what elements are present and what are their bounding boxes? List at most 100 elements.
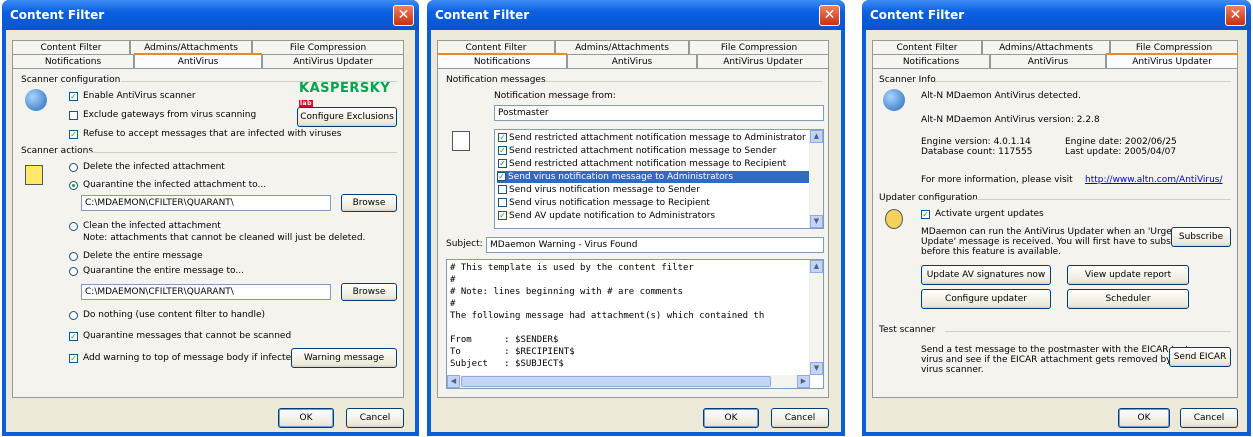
list-checkbox[interactable]: ✓ [498,133,507,142]
tab-panel: Scanner configuration KASPERSKYlab ✓ Ena… [12,68,404,398]
tab-file-compression[interactable]: File Compression [252,40,404,54]
dialog-client: Content Filter Admins/Attachments File C… [6,30,415,432]
cancel-button[interactable]: Cancel [1180,408,1238,428]
template-line: # Note: lines beginning with # are comme… [450,287,683,297]
hscroll-thumb[interactable] [461,376,771,387]
enable-antivirus-label: Enable AntiVirus scanner [83,91,196,101]
send-eicar-button[interactable]: Send EICAR [1169,347,1231,367]
altn-antivirus-link[interactable]: http://www.altn.com/AntiVirus/ [1085,175,1223,185]
list-item-selected[interactable]: ✓ Send virus notification message to Admi… [497,171,810,183]
scanner-actions-heading: Scanner actions [21,146,94,156]
tab-antivirus[interactable]: AntiVirus [567,54,697,68]
title-bar: Content Filter ✕ [427,0,845,30]
view-update-report-button[interactable]: View update report [1067,265,1189,285]
scroll-up-icon[interactable]: ▲ [810,260,823,273]
notification-messages-heading: Notification messages [446,75,546,85]
engine-version-text: Engine version: 4.0.1.14 [921,137,1031,147]
exclude-gateways-label: Exclude gateways from virus scanning [83,110,257,120]
list-checkbox[interactable] [498,185,507,194]
cancel-button[interactable]: Cancel [346,408,404,428]
tab-antivirus[interactable]: AntiVirus [134,53,262,69]
quarantine-message-radio[interactable] [69,267,78,276]
subject-field[interactable]: MDaemon Warning - Virus Found [486,237,824,253]
template-line: # This template is used by the content f… [450,263,694,273]
tab-file-compression[interactable]: File Compression [1110,40,1238,54]
tab-antivirus-updater[interactable]: AntiVirus Updater [697,54,829,68]
list-item[interactable]: Send virus notification message to Sende… [498,184,700,196]
scroll-down-icon[interactable]: ▼ [810,362,823,375]
close-button[interactable]: ✕ [819,5,840,26]
ok-button[interactable]: OK [1118,408,1170,428]
tab-notifications[interactable]: Notifications [872,54,990,68]
template-vscroll[interactable]: ▲ ▼ [809,260,823,375]
list-scrollbar[interactable]: ▲ ▼ [809,130,823,228]
subscribe-button[interactable]: Subscribe [1171,227,1231,247]
list-item[interactable]: ✓ Send restricted attachment notification… [498,132,806,144]
refuse-infected-checkbox[interactable]: ✓ [69,130,78,139]
template-editor[interactable]: # This template is used by the content f… [446,259,824,389]
warning-message-button[interactable]: Warning message [291,348,397,368]
list-checkbox[interactable]: ✓ [498,159,507,168]
tab-notifications[interactable]: Notifications [437,53,567,69]
list-item[interactable]: ✓ Send AV update notification to Administ… [498,210,715,222]
clean-attachment-radio[interactable] [69,222,78,231]
delete-attachment-label: Delete the infected attachment [83,162,225,172]
quarantine-unscanned-checkbox[interactable]: ✓ [69,332,78,341]
ok-button[interactable]: OK [278,408,334,428]
scroll-down-icon[interactable]: ▼ [810,215,823,228]
delete-attachment-radio[interactable] [69,163,78,172]
list-item[interactable]: ✓ Send restricted attachment notification… [498,158,786,170]
tab-admins-attachments[interactable]: Admins/Attachments [982,40,1110,54]
quarantine-attachment-radio[interactable] [69,181,78,190]
tab-file-compression[interactable]: File Compression [689,40,829,54]
engine-date-text: Engine date: 2002/06/25 [1065,137,1177,147]
tab-antivirus-updater[interactable]: AntiVirus Updater [1106,53,1238,69]
exclude-gateways-checkbox[interactable] [69,111,78,120]
tab-notifications[interactable]: Notifications [12,54,134,68]
add-warning-label: Add warning to top of message body if in… [83,353,297,363]
list-item[interactable]: Send virus notification message to Recip… [498,197,710,209]
scroll-right-icon[interactable]: ▶ [797,375,810,388]
update-signatures-button[interactable]: Update AV signatures now [921,265,1051,285]
list-checkbox[interactable]: ✓ [497,172,506,181]
list-checkbox[interactable]: ✓ [498,146,507,155]
list-checkbox[interactable]: ✓ [498,211,507,220]
tab-admins-attachments[interactable]: Admins/Attachments [555,40,689,54]
tab-antivirus-updater[interactable]: AntiVirus Updater [262,54,404,68]
notification-from-field[interactable]: Postmaster [494,105,824,121]
browse-button-1[interactable]: Browse [341,194,397,212]
globe-icon [883,89,905,111]
configure-updater-button[interactable]: Configure updater [921,289,1051,309]
scheduler-button[interactable]: Scheduler [1067,289,1189,309]
configure-exclusions-button[interactable]: Configure Exclusions [297,107,397,127]
scroll-left-icon[interactable]: ◀ [447,375,460,388]
tab-antivirus[interactable]: AntiVirus [990,54,1106,68]
ok-button[interactable]: OK [703,408,759,428]
window-title: Content Filter [870,8,965,22]
list-checkbox[interactable] [498,198,507,207]
add-warning-checkbox[interactable]: ✓ [69,354,78,363]
list-item[interactable]: ✓ Send restricted attachment notification… [498,145,776,157]
template-hscroll[interactable]: ◀ ▶ [447,375,810,388]
dialog-client: Content Filter Admins/Attachments File C… [431,30,841,432]
activate-urgent-checkbox[interactable]: ✓ [921,210,930,219]
tab-admins-attachments[interactable]: Admins/Attachments [130,40,252,54]
tab-content-filter[interactable]: Content Filter [437,40,555,54]
browse-button-2[interactable]: Browse [341,283,397,301]
window-title: Content Filter [435,8,530,22]
delete-message-radio[interactable] [69,252,78,261]
scroll-up-icon[interactable]: ▲ [810,130,823,143]
tab-content-filter[interactable]: Content Filter [872,40,982,54]
template-line: # [450,299,456,309]
window-title: Content Filter [10,8,105,22]
tab-content-filter[interactable]: Content Filter [12,40,130,54]
enable-antivirus-checkbox[interactable]: ✓ [69,92,78,101]
cancel-button[interactable]: Cancel [771,408,829,428]
notification-options-list[interactable]: ✓ Send restricted attachment notification… [494,129,824,229]
do-nothing-radio[interactable] [69,311,78,320]
close-button[interactable]: ✕ [393,5,414,26]
more-info-text: For more information, please visit [921,175,1073,185]
attachment-quarantine-path[interactable]: C:\MDAEMON\CFILTER\QUARANT\ [81,195,331,211]
message-quarantine-path[interactable]: C:\MDAEMON\CFILTER\QUARANT\ [81,284,331,300]
close-button[interactable]: ✕ [1225,5,1246,26]
